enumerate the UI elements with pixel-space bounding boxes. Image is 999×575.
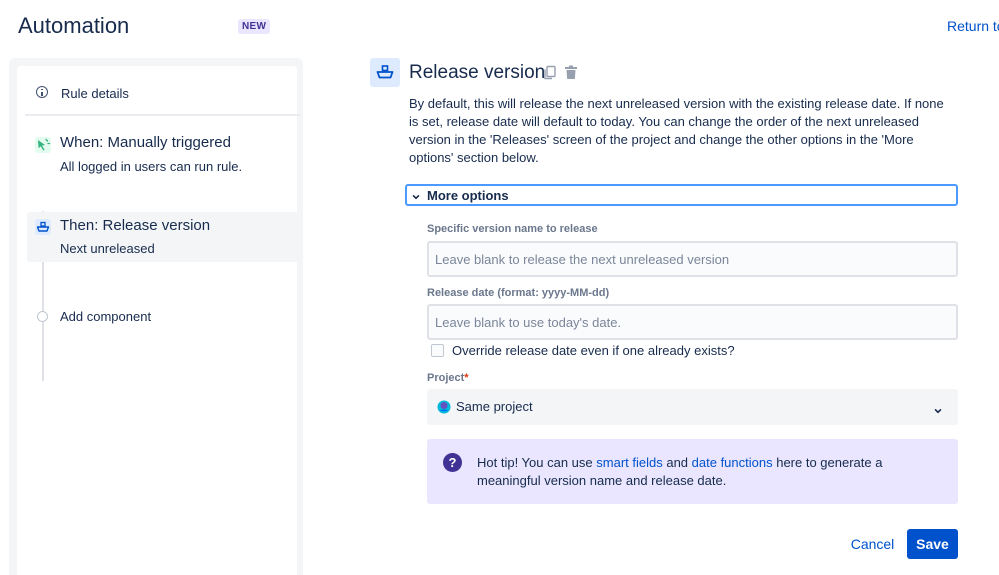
question-icon: ? [443, 453, 462, 472]
action-description: By default, this will release the next u… [409, 96, 944, 165]
new-badge: NEW [238, 19, 271, 34]
more-options-toggle[interactable]: More options [405, 184, 958, 206]
copy-icon[interactable] [542, 64, 558, 81]
override-date-label: Override release date even if one alread… [452, 343, 735, 358]
version-name-input[interactable] [427, 241, 958, 277]
action-title: Release version [409, 62, 546, 83]
rule-components-card: Rule details When: Manually triggered Al… [17, 66, 301, 575]
ship-icon [370, 58, 400, 87]
action-step[interactable]: Then: Release version Next unreleased [27, 212, 300, 262]
project-label: Project* [427, 372, 469, 384]
trigger-step[interactable]: When: Manually triggered All logged in u… [27, 126, 300, 182]
rule-sidebar: Rule details When: Manually triggered Al… [9, 58, 303, 575]
return-link[interactable]: Return to [947, 18, 999, 34]
project-select[interactable]: Same project [427, 389, 958, 425]
required-indicator: * [464, 372, 469, 384]
page-title: Automation [18, 13, 130, 38]
info-icon [36, 86, 48, 98]
release-date-label: Release date (format: yyyy-MM-dd) [427, 287, 610, 299]
version-name-label: Specific version name to release [427, 223, 598, 235]
tip-middle: and [662, 455, 692, 470]
trash-icon[interactable] [563, 64, 579, 81]
add-component-button[interactable]: Add component [27, 306, 227, 328]
cancel-button[interactable]: Cancel [845, 530, 900, 558]
ship-icon [35, 219, 51, 235]
cursor-click-icon [35, 137, 51, 153]
smart-fields-link[interactable]: smart fields [596, 455, 662, 470]
hot-tip-text: Hot tip! You can use smart fields and da… [477, 454, 937, 490]
save-button[interactable]: Save [907, 529, 958, 559]
more-options-label: More options [427, 188, 509, 203]
override-date-checkbox[interactable] [431, 344, 444, 357]
project-select-value: Same project [456, 399, 533, 414]
chevron-down-icon [411, 189, 421, 200]
chevron-down-icon [933, 403, 943, 414]
trigger-step-subtitle: All logged in users can run rule. [60, 159, 243, 174]
date-functions-link[interactable]: date functions [692, 455, 773, 470]
action-step-title: Then: Release version [60, 217, 211, 234]
circle-icon [37, 311, 48, 322]
hot-tip-panel: ? Hot tip! You can use smart fields and … [427, 439, 958, 504]
action-step-subtitle: Next unreleased [60, 241, 155, 256]
project-avatar-icon [437, 400, 451, 414]
tip-prefix: Hot tip! You can use [477, 455, 597, 470]
trigger-step-title: When: Manually triggered [60, 134, 231, 151]
release-date-input[interactable] [427, 304, 958, 340]
rule-details-label: Rule details [61, 86, 129, 101]
project-label-text: Project [427, 372, 465, 384]
add-component-label: Add component [60, 309, 152, 324]
override-date-option: Override release date even if one alread… [431, 343, 751, 359]
rule-details-item[interactable]: Rule details [25, 74, 301, 116]
